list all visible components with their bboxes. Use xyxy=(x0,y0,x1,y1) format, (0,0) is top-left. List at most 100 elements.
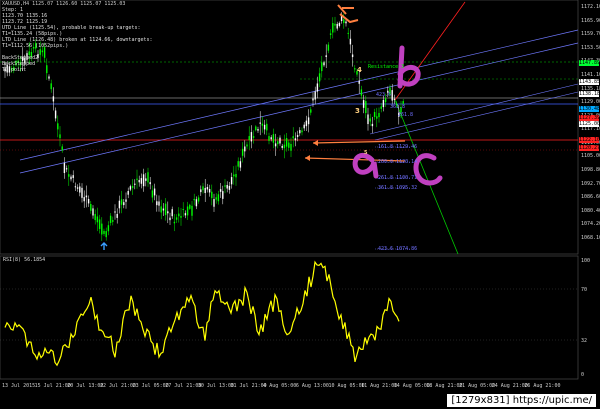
candle-body xyxy=(290,143,292,151)
time-axis-label: 21 Aug 05:00 xyxy=(459,383,496,389)
candle-body xyxy=(281,145,283,148)
price-axis-label: 1165.90 xyxy=(581,17,600,24)
candle-body xyxy=(314,91,316,100)
candle-body xyxy=(237,161,239,167)
candle-body xyxy=(360,89,363,96)
candle-body xyxy=(270,137,272,140)
candle-body xyxy=(197,197,200,202)
candle-body xyxy=(272,134,275,143)
candle-body xyxy=(279,137,281,144)
candle-body xyxy=(173,221,176,224)
candle-body xyxy=(349,38,352,45)
time-axis-label: 4 Aug 05:00 xyxy=(263,383,297,389)
candle-body xyxy=(211,191,213,199)
candle-body xyxy=(299,130,301,134)
candle-body xyxy=(222,191,224,199)
candle-body xyxy=(235,173,237,178)
rsi-pane xyxy=(0,255,579,380)
candle-body xyxy=(257,129,259,131)
time-axis-label: 6 Aug 13:00 xyxy=(295,383,329,389)
candle-body xyxy=(142,174,145,187)
candle-body xyxy=(178,213,180,217)
candle-body xyxy=(54,110,57,119)
time-axis-label: 27 Jul 21:00 xyxy=(165,383,202,389)
candle-body xyxy=(46,65,48,74)
indicator-line: T1=1112.56 (1052pips.) xyxy=(2,43,69,49)
watermark-badge[interactable]: [1279x831] https://upic.me/ xyxy=(447,394,596,407)
candle-body xyxy=(215,197,217,200)
candle-body xyxy=(68,174,70,177)
candle-body xyxy=(156,201,158,206)
rsi-scale-label: 70 xyxy=(581,287,588,293)
price-chart[interactable] xyxy=(0,0,600,409)
candle-body xyxy=(167,211,169,214)
candle-body xyxy=(145,178,147,181)
candle-body xyxy=(98,219,101,229)
time-axis-label: 26 Aug 21:00 xyxy=(524,383,561,389)
candle-body xyxy=(92,208,94,216)
price-tag: 1143.85 xyxy=(579,79,600,85)
time-axis-label: 15 Jul 21:00 xyxy=(34,383,71,389)
candle-body xyxy=(186,206,189,216)
candle-body xyxy=(347,32,349,34)
fib-label-1: 161.8 1129.46 xyxy=(378,144,418,150)
candle-body xyxy=(191,205,193,216)
fib-label-8: 261.8 xyxy=(398,112,414,118)
price-tag: 1125.00 xyxy=(579,121,600,127)
candle-body xyxy=(169,217,171,221)
candle-body xyxy=(175,217,178,220)
candle-body xyxy=(138,180,140,183)
candle-body xyxy=(382,99,385,108)
candle-body xyxy=(120,199,123,205)
candle-body xyxy=(204,187,206,194)
candle-body xyxy=(79,186,81,193)
candle-body xyxy=(310,109,312,113)
indicator-line: TD point xyxy=(2,67,27,73)
candle-body xyxy=(336,23,338,29)
candle-body xyxy=(50,83,52,90)
candle-body xyxy=(41,50,44,53)
candle-body xyxy=(184,213,187,216)
candle-body xyxy=(343,19,345,23)
candle-body xyxy=(263,124,266,130)
candle-body xyxy=(296,135,299,137)
price-tag: 1147.89 xyxy=(579,60,600,66)
candle-body xyxy=(332,23,334,33)
candle-body xyxy=(70,176,72,180)
candle-body xyxy=(48,76,50,79)
candle-body xyxy=(321,62,323,72)
candle-body xyxy=(288,142,290,148)
time-axis-label: 20 Jul 13:00 xyxy=(67,383,104,389)
candle-body xyxy=(285,138,288,147)
fib-label-2: 200.0 1120.14 xyxy=(378,159,418,165)
candle-body xyxy=(189,204,191,209)
wave-number-3: 3 xyxy=(355,107,360,115)
candle-body xyxy=(87,198,90,204)
candle-body xyxy=(114,211,116,213)
candle-body xyxy=(103,230,105,234)
candle-body xyxy=(81,187,83,198)
candle-body xyxy=(149,182,151,185)
time-axis-label: 31 Jul 21:00 xyxy=(230,383,267,389)
candle-body xyxy=(213,199,215,207)
rsi-label: RSI(8) 56.1854 xyxy=(3,257,46,263)
wave-number-4: 4 xyxy=(357,66,362,74)
candle-body xyxy=(303,124,305,129)
candle-body xyxy=(307,117,310,125)
candle-body xyxy=(351,54,354,58)
candle-body xyxy=(233,174,235,177)
price-axis-label: 1080.40 xyxy=(581,207,600,214)
candle-body xyxy=(228,185,231,190)
candle-body xyxy=(367,114,369,125)
candle-body xyxy=(162,208,165,211)
candle-body xyxy=(217,194,220,202)
candle-body xyxy=(338,23,341,26)
price-axis-label: 1117.10 xyxy=(581,126,600,133)
candle-body xyxy=(206,187,209,190)
candle-body xyxy=(57,123,59,130)
candle-body xyxy=(125,199,127,202)
candle-body xyxy=(241,148,244,156)
candle-body xyxy=(90,203,92,211)
candle-body xyxy=(171,209,173,217)
candle-body xyxy=(316,83,319,92)
